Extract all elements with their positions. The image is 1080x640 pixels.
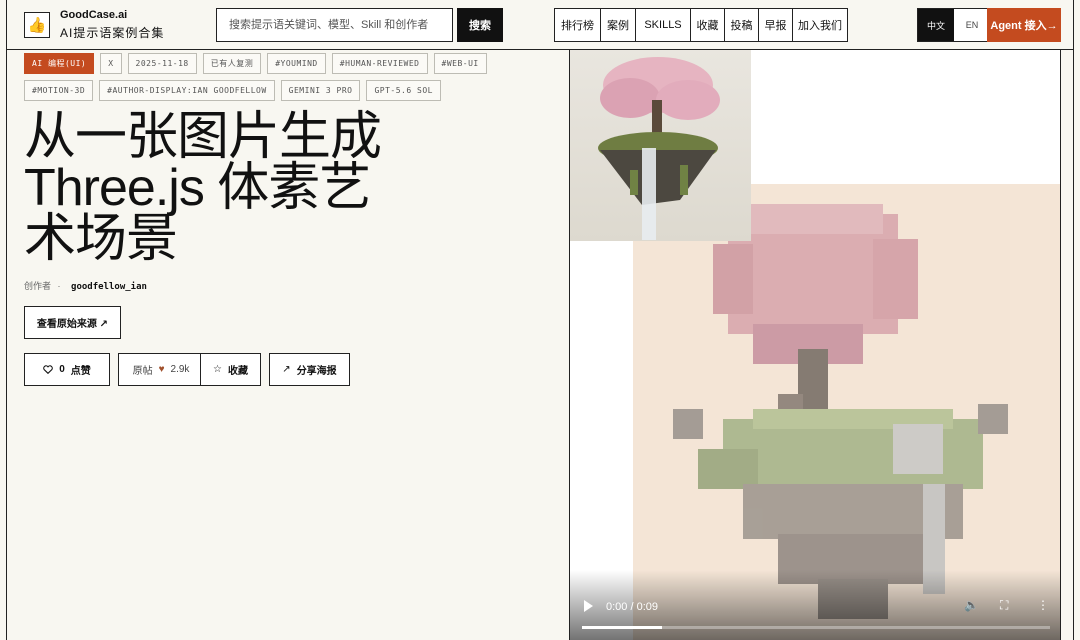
language-switch: 中文 EN — [917, 8, 991, 42]
like-count: 0 — [59, 364, 65, 375]
lang-zh-button[interactable]: 中文 — [918, 9, 954, 41]
view-source-button[interactable]: 查看原始来源 ↗ — [24, 306, 121, 339]
author-name[interactable]: goodfellow_ian — [71, 282, 147, 292]
tag-platform[interactable]: X — [100, 53, 122, 74]
heart-filled-icon: ♥ — [158, 364, 165, 375]
video-progress-fill — [582, 626, 662, 629]
top-header: 👍 GoodCase.ai AI提示语案例合集 搜索提示语关键词、模型、Skil… — [6, 0, 1074, 50]
page-title: 从一张图片生成 Three.js 体素艺术场景 — [24, 108, 382, 268]
favorite-button[interactable]: ☆ 收藏 — [200, 353, 261, 386]
like-label: 点赞 — [70, 366, 91, 377]
search-button[interactable]: 搜索 — [457, 8, 503, 42]
thumbs-up-icon[interactable]: 👍 — [24, 12, 50, 38]
nav-item-cases[interactable]: 案例 — [601, 9, 636, 41]
fullscreen-icon[interactable]: ⛶ — [1000, 598, 1008, 613]
reference-image-thumbnail[interactable] — [570, 50, 751, 241]
tag-date: 2025-11-18 — [127, 53, 197, 74]
like-button[interactable]: 0 点赞 — [24, 353, 110, 386]
tag-model-gemini[interactable]: GEMINI 3 PRO — [280, 80, 361, 101]
tag-retested[interactable]: 已有人复测 — [202, 53, 262, 74]
favorite-label: 收藏 — [227, 366, 248, 377]
author-line: 创作者 · goodfellow_ian — [24, 279, 147, 292]
tag-model-gpt[interactable]: GPT-5.6 SOL — [366, 80, 441, 101]
video-time: 0:00 / 0:09 — [606, 601, 658, 613]
author-separator: · — [57, 281, 61, 291]
main-nav: 排行榜 案例 SKILLS 收藏 投稿 早报 加入我们 — [554, 8, 848, 42]
nav-item-favorites[interactable]: 收藏 — [691, 9, 725, 41]
video-controls: 0:00 / 0:09 🔈 ⛶ ⋮ — [570, 570, 1060, 640]
tag-human-reviewed[interactable]: #HUMAN-REVIEWED — [331, 53, 428, 74]
page-frame-left — [6, 0, 7, 640]
tag-motion-3d[interactable]: #MOTION-3D — [24, 80, 94, 101]
tag-category[interactable]: AI 编程(UI) — [24, 53, 95, 74]
share-poster-button[interactable]: ↗ 分享海报 — [269, 353, 350, 386]
heart-outline-icon — [43, 365, 54, 374]
brand-subtitle: AI提示语案例合集 — [60, 26, 165, 40]
author-label: 创作者 — [24, 281, 52, 291]
tag-list: AI 编程(UI) X 2025-11-18 已有人复测 #YOUMIND #H… — [24, 53, 534, 107]
tag-web-ui[interactable]: #WEB-UI — [433, 53, 487, 74]
share-label: 分享海报 — [296, 366, 337, 377]
media-panel: 0:00 / 0:09 🔈 ⛶ ⋮ — [569, 50, 1061, 640]
nav-item-leaderboard[interactable]: 排行榜 — [555, 9, 601, 41]
tag-youmind[interactable]: #YOUMIND — [267, 53, 326, 74]
star-icon: ☆ — [213, 364, 222, 375]
video-progress-bar[interactable] — [582, 626, 1050, 629]
floating-island-image — [598, 57, 720, 240]
original-post-label: 原帖 — [132, 366, 153, 377]
tag-author-display[interactable]: #AUTHOR-DISPLAY:IAN GOODFELLOW — [99, 80, 275, 101]
original-post-count: 2.9k — [170, 364, 190, 375]
more-options-icon[interactable]: ⋮ — [1037, 598, 1049, 612]
search-input[interactable]: 搜索提示语关键词、模型、Skill 和创作者 — [216, 8, 453, 42]
original-post-button[interactable]: 原帖 ♥ 2.9k — [118, 353, 204, 386]
brand-name[interactable]: GoodCase.ai — [60, 9, 127, 21]
nav-item-submit[interactable]: 投稿 — [725, 9, 759, 41]
page-frame-right — [1073, 0, 1074, 640]
nav-item-skills[interactable]: SKILLS — [636, 9, 691, 41]
nav-item-join-us[interactable]: 加入我们 — [793, 9, 847, 41]
agent-access-button[interactable]: Agent 接入→ — [987, 8, 1061, 42]
nav-item-morning-report[interactable]: 早报 — [759, 9, 793, 41]
arrow-up-right-icon: ↗ — [282, 364, 291, 375]
volume-icon[interactable]: 🔈 — [964, 598, 979, 612]
lang-en-button[interactable]: EN — [954, 9, 990, 41]
play-icon[interactable] — [584, 600, 593, 612]
